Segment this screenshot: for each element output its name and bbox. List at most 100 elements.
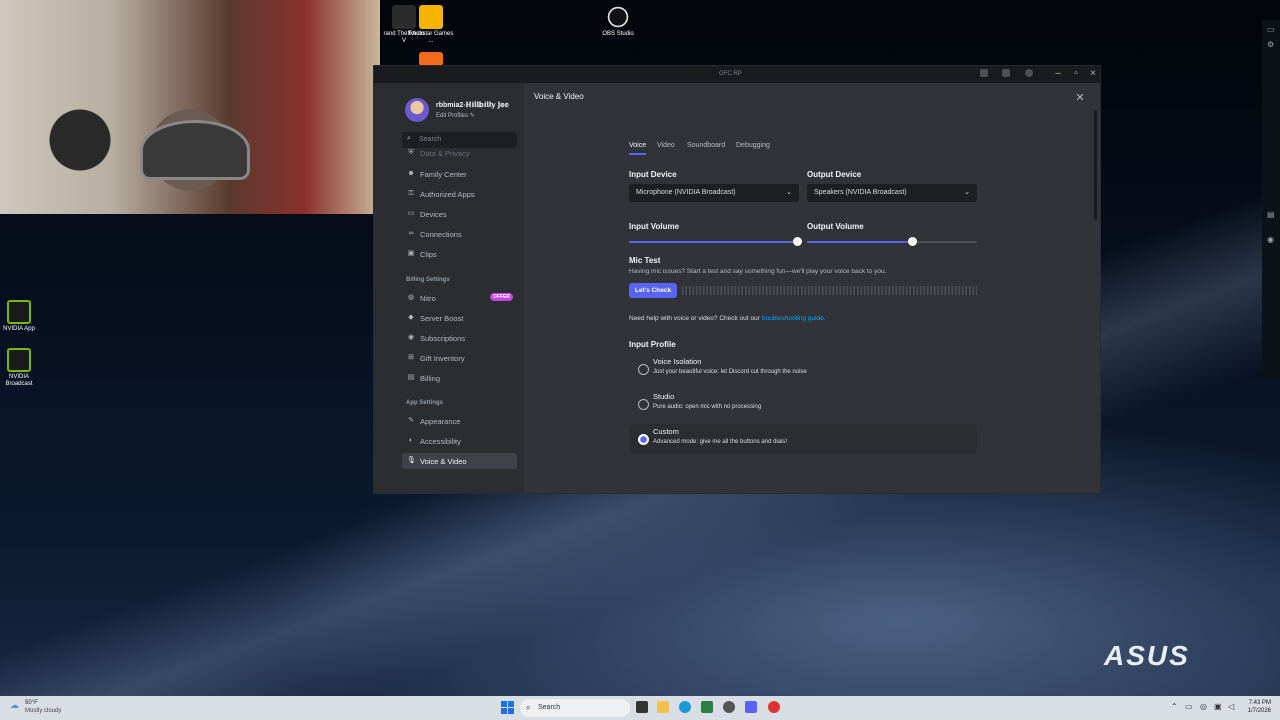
chevron-down-icon: ⌄ (786, 189, 792, 196)
radio-button[interactable] (638, 364, 649, 375)
slider-knob[interactable] (793, 237, 803, 246)
lets-check-button[interactable]: Let's Check (629, 283, 677, 298)
sidebar-item-label: Data & Privacy (420, 149, 470, 158)
sidebar-item-nitro[interactable]: ◍ Nitro OFFER (402, 290, 517, 306)
webcam-overlay (0, 0, 380, 214)
sidebar-item-appearance[interactable]: ✎ Appearance (402, 413, 517, 429)
minimize-icon[interactable]: – (1050, 68, 1066, 79)
start-button[interactable] (501, 701, 514, 714)
sidebar-item-authorized-apps[interactable]: ⚿ Authorized Apps (402, 186, 517, 202)
output-volume-slider[interactable] (807, 237, 977, 247)
radio-voice-isolation[interactable]: Voice Isolation Just your beautiful voic… (629, 354, 977, 384)
desktop-icon-label: OBS Studio (602, 31, 634, 37)
sidebar-item-subscriptions[interactable]: ◉ Subscriptions (402, 330, 517, 346)
search-placeholder: Search (419, 136, 442, 143)
clock-date: 1/7/2026 (1247, 708, 1271, 714)
window-title: GFC RP (719, 71, 742, 77)
sidebar-item-label: Authorized Apps (420, 190, 475, 199)
subscriptions-icon: ◉ (407, 334, 415, 341)
profile-username: rbbmia2-ℍ𝕚𝕝𝕝𝕓𝕚𝕝𝕝𝕪 𝕁𝕠𝕖 (436, 102, 509, 109)
weather-condition: Mostly cloudy (25, 708, 62, 714)
chevron-up-icon[interactable]: ⌃ (1171, 702, 1178, 711)
maximize-icon[interactable]: ▫ (1068, 68, 1084, 79)
mic-test-label: Mic Test (629, 256, 661, 265)
help-icon[interactable] (1025, 69, 1033, 77)
obs-taskbar-icon[interactable] (723, 701, 735, 713)
slider-knob[interactable] (908, 237, 918, 246)
asus-logo: ASUS (1104, 640, 1190, 671)
discord-taskbar-icon[interactable] (745, 701, 757, 713)
clip-icon: ▣ (407, 250, 415, 257)
radio-custom[interactable]: Custom Advanced mode: give me all the bu… (629, 424, 977, 454)
radio-studio[interactable]: Studio Pure audio: open mic with no proc… (629, 389, 977, 419)
search-icon: ⌕ (407, 135, 411, 142)
taskbar-clock[interactable]: 7:43 PM 1/7/2026 (1243, 699, 1271, 715)
dock-icon[interactable]: ◉ (1267, 235, 1274, 244)
sidebar-item-billing[interactable]: ▤ Billing (402, 370, 517, 386)
gift-icon: ⊞ (408, 354, 414, 361)
sidebar-item-connections[interactable]: ∞ Connections (402, 226, 517, 242)
troubleshooting-guide-link[interactable]: troubleshooting guide. (762, 315, 826, 322)
rockstar-icon-image (419, 5, 443, 29)
sidebar-item-server-boost[interactable]: ◆ Server Boost (402, 310, 517, 326)
desktop-icon-label: NVIDIA App (3, 326, 35, 332)
billing-settings-header: Billing Settings (406, 277, 450, 283)
dock-icon[interactable]: ▭ (1267, 25, 1275, 34)
sidebar-item-label: Voice & Video (420, 457, 467, 466)
output-device-select[interactable]: Speakers (NVIDIA Broadcast) ⌄ (807, 184, 977, 202)
radio-button-selected[interactable] (638, 434, 649, 445)
input-volume-slider[interactable] (629, 237, 803, 247)
sidebar-item-label: Family Center (420, 170, 467, 179)
close-window-icon[interactable]: × (1085, 68, 1101, 79)
radio-button[interactable] (638, 399, 649, 410)
inbox-icon[interactable] (980, 69, 988, 77)
gear-icon[interactable]: ⚙ (1267, 40, 1274, 49)
sidebar-item-devices[interactable]: ▭ Devices (402, 206, 517, 222)
input-device-select[interactable]: Microphone (NVIDIA Broadcast) ⌄ (629, 184, 799, 202)
screen-icon[interactable] (1002, 69, 1010, 77)
dock-icon[interactable]: ▤ (1267, 210, 1275, 219)
sidebar-item-label: Clips (420, 250, 437, 259)
slider-fill (807, 241, 913, 243)
file-explorer-icon[interactable] (657, 701, 669, 713)
nvidia-app-icon[interactable]: NVIDIA App (0, 300, 42, 333)
volume-icon[interactable]: ◁ (1228, 702, 1234, 711)
nvidia-broadcast-icon[interactable]: NVIDIA Broadcast (0, 348, 42, 388)
edge-icon[interactable] (679, 701, 691, 713)
display-icon[interactable]: ▣ (1214, 702, 1222, 711)
sidebar-item-family-center[interactable]: ☻ Family Center (402, 166, 517, 182)
tab-video[interactable]: Video (657, 142, 675, 149)
sidebar-item-gift-inventory[interactable]: ⊞ Gift Inventory (402, 350, 517, 366)
sidebar-search-input[interactable]: ⌕ Search (402, 132, 517, 148)
taskbar-search-input[interactable]: ⌕ Search (520, 699, 630, 717)
sidebar-item-data-privacy[interactable]: ⛨ Data & Privacy (402, 149, 517, 159)
network-icon[interactable]: ▭ (1185, 702, 1193, 711)
task-view-icon[interactable] (636, 701, 648, 713)
option-title: Studio (653, 392, 675, 401)
tab-debugging[interactable]: Debugging (736, 142, 770, 149)
webcam-subject (140, 120, 250, 180)
settings-body: rbbmia2-ℍ𝕚𝕝𝕝𝕓𝕚𝕝𝕝𝕪 𝕁𝕠𝕖 Edit Profiles ✎ ⌕ … (374, 83, 1100, 493)
profile-card[interactable]: rbbmia2-ℍ𝕚𝕝𝕝𝕓𝕚𝕝𝕝𝕪 𝕁𝕠𝕖 Edit Profiles ✎ (405, 98, 525, 124)
sidebar-item-voice-video[interactable]: 🎙 Voice & Video (402, 453, 517, 469)
option-description: Pure audio: open mic with no processing (653, 404, 762, 410)
nvidia-broadcast-icon-image (7, 348, 31, 372)
content-scrollbar[interactable] (1094, 110, 1097, 220)
microphone-tray-icon[interactable]: ◎ (1200, 702, 1207, 711)
edit-profiles-link[interactable]: Edit Profiles ✎ (436, 112, 475, 119)
tab-voice[interactable]: Voice (629, 142, 647, 155)
sidebar-item-clips[interactable]: ▣ Clips (402, 246, 517, 262)
settings-content: Voice & Video ✕ Voice Video Soundboard D… (524, 83, 1100, 493)
obs-studio-icon[interactable]: OBS Studio (595, 5, 641, 38)
input-volume-label: Input Volume (629, 222, 680, 231)
mic-level-meter (682, 286, 977, 295)
sidebar-item-accessibility[interactable]: ◐ Accessibility (402, 433, 517, 449)
rockstar-games-icon[interactable]: Rockstar Games ... (408, 5, 454, 45)
window-titlebar: GFC RP – ▫ × (374, 66, 1100, 83)
store-icon[interactable] (701, 701, 713, 713)
app-taskbar-icon[interactable] (768, 701, 780, 713)
output-device-label: Output Device (807, 170, 862, 179)
close-icon[interactable]: ✕ (1073, 91, 1087, 105)
tab-soundboard[interactable]: Soundboard (687, 142, 725, 149)
mic-test-description: Having mic issues? Start a test and say … (629, 268, 887, 275)
